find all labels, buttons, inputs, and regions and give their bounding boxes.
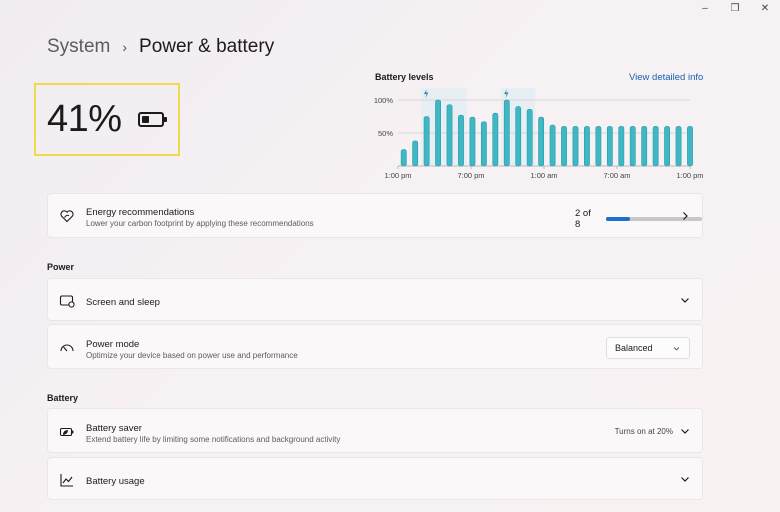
battery-icon xyxy=(137,112,167,127)
battery-icon-tip xyxy=(163,117,167,122)
battery-level-bar xyxy=(435,99,441,167)
battery-level-bar xyxy=(480,121,487,167)
y-tick-label: 100% xyxy=(374,96,394,105)
screen-sleep-icon xyxy=(59,295,75,308)
battery-level-bar xyxy=(595,126,602,167)
breadcrumb-parent-system[interactable]: System xyxy=(47,36,110,58)
chevron-right-icon xyxy=(683,212,688,220)
battery-percent-value: 41% xyxy=(47,98,122,140)
battery-level-bar xyxy=(584,126,590,167)
chevron-down-icon xyxy=(681,429,689,434)
power-mode-dropdown[interactable]: Balanced xyxy=(606,337,690,359)
battery-level-bar xyxy=(606,126,613,167)
battery-level-bar xyxy=(687,126,693,167)
breadcrumb: System › Power & battery xyxy=(47,36,274,58)
battery-level-bar xyxy=(641,126,648,167)
chevron-down-icon xyxy=(673,347,680,351)
battery-levels-chart: 100% 50% 1:00 pm 7:00 pm 1:00 am 7:00 am 1:00 … xyxy=(374,88,704,180)
x-tick-label: 1:00 am xyxy=(530,171,557,180)
battery-icon-fill xyxy=(141,116,149,123)
battery-level-bar xyxy=(629,126,636,167)
battery-level-bar xyxy=(515,106,522,167)
energy-recommendations-card[interactable]: Energy recommendations Lower your carbon… xyxy=(47,193,703,238)
y-tick-label: 50% xyxy=(378,129,393,138)
energy-recommendations-subtitle: Lower your carbon footprint by applying … xyxy=(86,219,314,228)
battery-level-bar xyxy=(572,126,579,167)
battery-level-bar xyxy=(469,116,476,167)
energy-progress-fill xyxy=(606,217,631,221)
line-chart-icon xyxy=(60,474,73,487)
battery-level-bar xyxy=(664,126,670,167)
view-detailed-info-link[interactable]: View detailed info xyxy=(629,72,703,83)
section-label-battery: Battery xyxy=(47,393,79,403)
battery-level-bar xyxy=(503,99,510,167)
battery-usage-card[interactable]: Battery usage xyxy=(47,457,703,500)
battery-percent-panel: 41% xyxy=(34,83,180,156)
chevron-down-icon xyxy=(681,477,689,482)
power-mode-card: Power mode Optimize your device based on… xyxy=(47,324,703,369)
battery-level-bar xyxy=(526,108,533,167)
battery-level-bar xyxy=(412,140,419,167)
x-tick-label: 7:00 am xyxy=(603,171,630,180)
battery-level-bar xyxy=(675,126,682,167)
minimize-button[interactable]: – xyxy=(690,0,720,16)
battery-saver-subtitle: Extend battery life by limiting some not… xyxy=(86,435,341,444)
battery-usage-title: Battery usage xyxy=(86,476,145,487)
chevron-down-icon xyxy=(681,298,689,303)
battery-saver-card[interactable]: Battery saver Extend battery life by lim… xyxy=(47,408,703,453)
battery-level-bar xyxy=(400,149,407,167)
energy-progress-text: 2 of 8 xyxy=(575,208,591,230)
x-tick-label: 7:00 pm xyxy=(457,171,484,180)
battery-level-bar xyxy=(458,114,464,167)
battery-level-bar xyxy=(423,116,430,167)
battery-saver-title: Battery saver xyxy=(86,423,142,434)
x-tick-label: 1:00 pm xyxy=(384,171,411,180)
power-mode-subtitle: Optimize your device based on power use … xyxy=(86,351,298,360)
battery-level-bar xyxy=(561,126,567,167)
heart-leaf-icon xyxy=(60,210,74,223)
battery-level-bar xyxy=(492,112,499,167)
page-title: Power & battery xyxy=(139,36,275,57)
window-controls: – ❐ ✕ xyxy=(690,0,780,16)
x-tick-label: 1:00 pm xyxy=(676,171,703,180)
battery-level-bar xyxy=(538,116,545,167)
power-mode-gauge-icon xyxy=(60,344,74,352)
maximize-button[interactable]: ❐ xyxy=(720,0,750,16)
battery-level-bar xyxy=(446,104,453,167)
power-mode-title: Power mode xyxy=(86,339,140,350)
screen-and-sleep-title: Screen and sleep xyxy=(86,297,160,308)
close-button[interactable]: ✕ xyxy=(750,0,780,16)
energy-recommendations-title: Energy recommendations xyxy=(86,207,195,218)
battery-level-bar xyxy=(618,126,625,167)
battery-level-bar xyxy=(549,124,556,167)
power-mode-selected: Balanced xyxy=(615,343,653,353)
battery-saver-icon xyxy=(59,427,74,437)
battery-saver-status: Turns on at 20% xyxy=(614,427,673,436)
screen-and-sleep-card[interactable]: Screen and sleep xyxy=(47,278,703,321)
section-label-power: Power xyxy=(47,262,75,272)
battery-level-bar xyxy=(652,126,659,167)
chart-title: Battery levels xyxy=(375,72,434,82)
breadcrumb-separator: › xyxy=(122,39,128,55)
